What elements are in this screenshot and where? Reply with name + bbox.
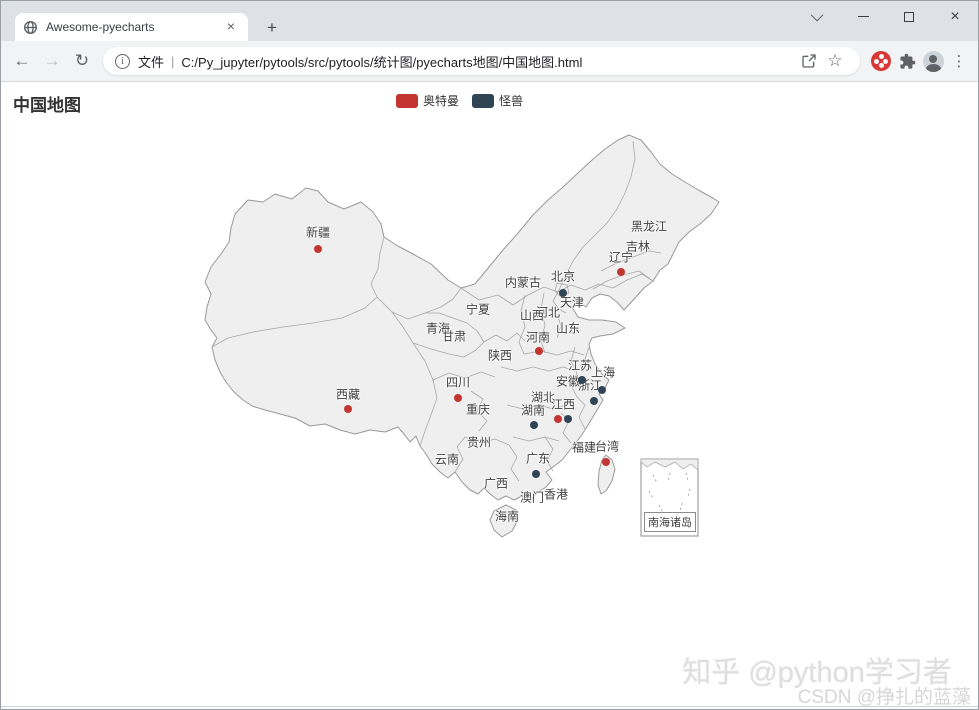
- scatter-point[interactable]: [590, 397, 598, 405]
- hainan-island: [490, 505, 518, 537]
- page-content: 中国地图 奥特曼怪兽: [1, 82, 978, 709]
- window-bottom-border: [1, 706, 978, 709]
- browser-window: Awesome-pyecharts × + × ← → ↻ i 文件 | C:/…: [0, 0, 979, 710]
- scatter-point[interactable]: [530, 421, 538, 429]
- scatter-point[interactable]: [344, 405, 352, 413]
- scatter-point[interactable]: [554, 415, 562, 423]
- scatter-point[interactable]: [617, 268, 625, 276]
- scatter-point[interactable]: [564, 415, 572, 423]
- scatter-point[interactable]: [314, 245, 322, 253]
- china-map[interactable]: [1, 1, 979, 710]
- scatter-point[interactable]: [559, 289, 567, 297]
- scatter-point[interactable]: [578, 376, 586, 384]
- scatter-point[interactable]: [535, 347, 543, 355]
- china-outline: [205, 135, 719, 500]
- scatter-point[interactable]: [454, 394, 462, 402]
- scatter-point[interactable]: [598, 386, 606, 394]
- watermark-csdn: CSDN @挣扎的蓝藻: [798, 682, 971, 709]
- scatter-point[interactable]: [602, 458, 610, 466]
- south-sea-inset: [641, 459, 698, 536]
- scatter-point[interactable]: [532, 470, 540, 478]
